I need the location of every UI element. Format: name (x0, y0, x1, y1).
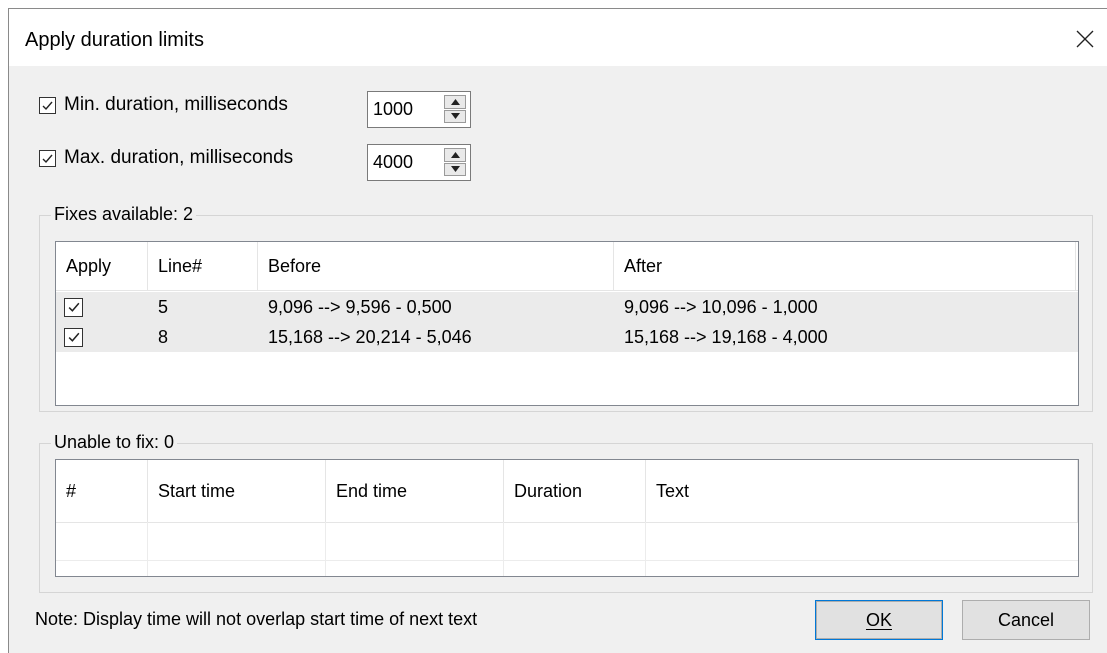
apply-cell (64, 322, 83, 352)
close-button[interactable] (1067, 21, 1103, 57)
after-cell: 15,168 --> 19,168 - 4,000 (624, 326, 828, 347)
fix-row[interactable]: 8 15,168 --> 20,214 - 5,046 15,168 --> 1… (56, 322, 1078, 352)
checkmark-icon (68, 302, 79, 312)
min-duration-option: Min. duration, milliseconds (39, 94, 288, 116)
column-header-line[interactable]: Line# (148, 242, 258, 290)
max-duration-checkbox[interactable] (39, 149, 56, 167)
close-icon (1076, 30, 1094, 48)
grid-line (147, 522, 148, 576)
unable-to-fix-title: Unable to fix: 0 (51, 432, 178, 453)
line-cell: 8 (158, 326, 169, 347)
max-duration-label: Max. duration, milliseconds (64, 147, 294, 168)
screen: Apply duration limits Min. duration, mil… (0, 0, 1107, 653)
unable-list-header: # Start time End time Duration Text (56, 460, 1078, 523)
min-duration-checkbox[interactable] (39, 96, 56, 114)
max-duration-option: Max. duration, milliseconds (39, 147, 293, 169)
unable-list[interactable]: # Start time End time Duration Text (55, 459, 1079, 577)
column-header-number[interactable]: # (56, 460, 148, 522)
max-duration-spinner[interactable]: 4000 (367, 144, 471, 181)
background-strip (0, 0, 1107, 8)
checkmark-icon (68, 332, 79, 342)
max-duration-value[interactable]: 4000 (373, 152, 413, 173)
min-duration-value[interactable]: 1000 (373, 99, 413, 120)
spin-down-button[interactable] (444, 162, 466, 176)
checkmark-icon (42, 154, 53, 163)
apply-duration-limits-dialog: Apply duration limits Min. duration, mil… (8, 8, 1107, 653)
column-header-apply[interactable]: Apply (56, 242, 148, 290)
after-cell: 9,096 --> 10,096 - 1,000 (624, 296, 818, 317)
before-cell: 9,096 --> 9,596 - 0,500 (268, 296, 452, 317)
fixes-list-header: Apply Line# Before After (56, 242, 1078, 291)
arrow-down-icon (450, 113, 460, 120)
arrow-down-icon (450, 166, 460, 173)
grid-line (56, 560, 1078, 561)
min-duration-label: Min. duration, milliseconds (64, 94, 288, 115)
grid-line (503, 522, 504, 576)
column-header-after[interactable]: After (614, 242, 1076, 290)
ok-label: OK (865, 609, 892, 630)
fixes-available-title: Fixes available: 2 (51, 204, 197, 225)
spin-up-button[interactable] (444, 148, 466, 162)
line-cell: 5 (158, 296, 169, 317)
column-header-duration[interactable]: Duration (504, 460, 646, 522)
max-duration-spin-buttons (444, 148, 466, 177)
min-duration-spinner[interactable]: 1000 (367, 91, 471, 128)
arrow-up-icon (450, 98, 460, 105)
checkmark-icon (42, 101, 53, 110)
spin-down-button[interactable] (444, 109, 466, 123)
cancel-label: Cancel (997, 609, 1055, 630)
fixes-list[interactable]: Apply Line# Before After 5 9,096 --> 9,5… (55, 241, 1079, 406)
arrow-up-icon (450, 151, 460, 158)
column-header-text[interactable]: Text (646, 460, 1078, 522)
grid-line (325, 522, 326, 576)
column-header-before[interactable]: Before (258, 242, 614, 290)
dialog-title: Apply duration limits (25, 29, 204, 51)
footer-note: Note: Display time will not overlap star… (35, 609, 478, 629)
apply-cell (64, 292, 83, 322)
cancel-button[interactable]: Cancel (962, 600, 1090, 640)
column-header-end-time[interactable]: End time (326, 460, 504, 522)
column-header-start-time[interactable]: Start time (148, 460, 326, 522)
min-duration-spin-buttons (444, 95, 466, 124)
ok-button[interactable]: OK (815, 600, 943, 640)
apply-checkbox[interactable] (64, 327, 83, 347)
grid-line (645, 522, 646, 576)
title-bar: Apply duration limits (9, 9, 1107, 66)
fix-row[interactable]: 5 9,096 --> 9,596 - 0,500 9,096 --> 10,0… (56, 292, 1078, 322)
spin-up-button[interactable] (444, 95, 466, 109)
apply-checkbox[interactable] (64, 297, 83, 317)
before-cell: 15,168 --> 20,214 - 5,046 (268, 326, 472, 347)
